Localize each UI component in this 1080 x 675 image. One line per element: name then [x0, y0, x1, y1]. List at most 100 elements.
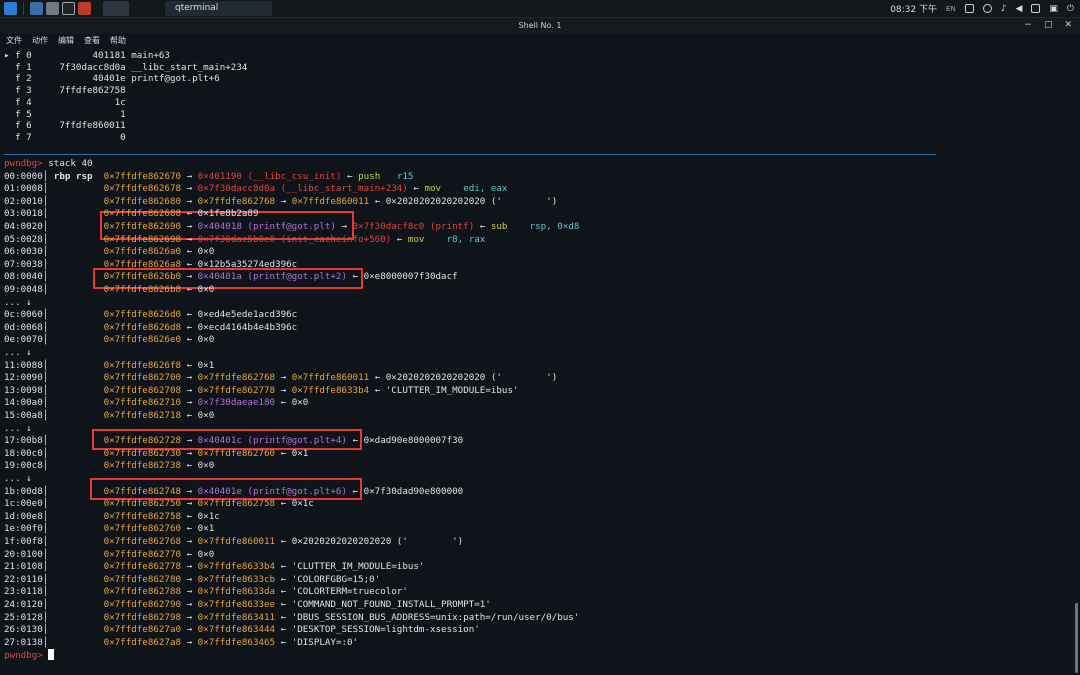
output-segment: 0×7ffdfe8633ee: [197, 599, 276, 610]
output-segment: ← 0×12b5a35274ed396c: [181, 258, 298, 270]
window-titlebar[interactable]: Shell No. 1 − ▢ ✕: [0, 18, 1080, 34]
output-segment: →: [181, 586, 198, 598]
output-segment: ← 'COMMAND_NOT_FOUND_INSTALL_PROMPT=1': [275, 599, 491, 610]
output-segment: 0×7f30daeae180: [197, 397, 276, 409]
prompt-line: pwndbg>: [4, 649, 55, 662]
output-segment: ← 0×1c: [275, 498, 314, 510]
output-segment: 0×7ffdfe8626a8: [103, 258, 182, 270]
clock[interactable]: 08:32 下午: [890, 2, 937, 15]
output-line: 12:0090│ 0×7ffdfe862700 → 0×7ffdfe862768…: [4, 372, 557, 384]
output-segment: ← 'COLORTERM=truecolor': [275, 586, 408, 598]
output-segment: 0×401190 (__libc_csu_init): [197, 170, 342, 182]
output-segment: edi, eax: [463, 183, 508, 195]
output-segment: 0×7f30dacc8d0a (__libc_start_main+234): [197, 183, 408, 195]
menu-file[interactable]: 文件: [6, 34, 22, 48]
battery-icon[interactable]: [1031, 4, 1041, 13]
desktop-icon[interactable]: [30, 2, 43, 15]
output-segment: 0×7ffdfe862780: [103, 573, 182, 585]
menu-view[interactable]: 查看: [84, 34, 100, 48]
app-menu-icon[interactable]: [4, 2, 17, 15]
notification-bell-icon[interactable]: ♪: [1001, 4, 1007, 14]
output-segment: pwndbg>: [4, 650, 49, 662]
output-line: 0d:0068│ 0×7ffdfe8626d8 ← 0×ecd4164b4e4b…: [4, 322, 297, 334]
output-segment: 26:0130│: [4, 624, 104, 636]
output-segment: 0×7f30dacf8c0 (printf): [352, 221, 475, 232]
menu-edit[interactable]: 编辑: [58, 34, 74, 48]
volume-icon[interactable]: ◀: [1015, 4, 1022, 14]
output-segment: 1d:00e8│: [4, 510, 104, 522]
output-segment: f 7 0: [4, 131, 126, 143]
output-segment: 23:0118│: [4, 586, 104, 598]
terminal-launcher-icon[interactable]: [62, 2, 75, 15]
output-line: 04:0020│ 0×7ffdfe862690 → 0×404018 (prin…: [4, 221, 579, 233]
output-segment: mov: [407, 233, 425, 245]
output-line: 20:0100│ 0×7ffdfe862770 ← 0×0: [4, 549, 214, 561]
output-segment: 21:0108│: [4, 561, 104, 573]
output-segment: →: [181, 561, 198, 573]
menu-actions[interactable]: 动作: [32, 34, 48, 48]
output-segment: →: [181, 573, 198, 585]
output-segment: [380, 171, 397, 182]
output-segment: ← 0×1: [275, 447, 309, 459]
output-segment: 0×7ffdfe863465: [197, 636, 276, 648]
output-segment: ← 0×1c: [181, 510, 220, 522]
output-segment: r8, rax: [446, 233, 486, 245]
maximize-icon[interactable]: ▢: [1044, 20, 1053, 30]
pane-separator: [4, 154, 936, 155]
network-icon[interactable]: [982, 4, 992, 13]
file-manager-icon[interactable]: [46, 2, 59, 15]
output-line: ... ↓: [4, 297, 32, 309]
output-segment: ← 'CLUTTER_IM_MODULE=ibus': [275, 561, 425, 573]
keyboard-layout[interactable]: EN: [946, 5, 956, 13]
output-segment: 0×7ffdfe8626b0: [103, 271, 182, 283]
output-line: 1c:00e0│ 0×7ffdfe862750 → 0×7ffdfe862758…: [4, 498, 314, 510]
output-segment: 0×7ffdfe862700: [103, 372, 182, 384]
output-line: 19:00c8│ 0×7ffdfe862738 ← 0×0: [4, 460, 214, 472]
output-segment: 1e:00f0│: [4, 523, 104, 535]
lock-icon[interactable]: ▣: [1049, 4, 1058, 14]
output-segment: →: [181, 372, 198, 384]
power-icon[interactable]: ⏻: [1067, 4, 1074, 14]
terminal-scrollbar[interactable]: [1075, 603, 1078, 673]
taskbar-task-qterminal[interactable]: qterminal: [165, 1, 272, 16]
output-line: 07:0038│ 0×7ffdfe8626a8 ← 0×12b5a35274ed…: [4, 259, 297, 271]
output-segment: ← 0×2020202020202020 (' '): [369, 372, 558, 384]
output-segment: ← 'DBUS_SESSION_BUS_ADDRESS=unix:path=/r…: [275, 611, 580, 623]
close-icon[interactable]: ✕: [1064, 20, 1072, 30]
output-segment: 14:00a0│: [4, 397, 104, 409]
output-line: 05:0028│ 0×7ffdfe862698 → 0×7f30dac5b0e0…: [4, 234, 485, 246]
terminal-task-thumbnail[interactable]: [103, 1, 129, 16]
system-tray: 08:32 下午 EN ♪ ◀ ▣ ⏻: [890, 2, 1074, 16]
output-segment: 0×7ffdfe863444: [197, 624, 276, 636]
minimize-icon[interactable]: −: [1024, 20, 1032, 30]
menu-help[interactable]: 帮助: [110, 34, 126, 48]
terminal-output[interactable]: ▸ f 0 401181 main+63 f 1 7f30dacc8d0a __…: [0, 48, 1080, 675]
output-segment: 0×7ffdfe862710: [103, 397, 182, 409]
output-line: 02:0010│ 0×7ffdfe862680 → 0×7ffdfe862768…: [4, 196, 557, 208]
output-segment: r15: [396, 170, 414, 182]
output-segment: 0×7ffdfe862718: [103, 410, 182, 421]
output-line: 0e:0070│ 0×7ffdfe8626e0 ← 0×0: [4, 334, 214, 346]
output-segment: 03:0018│: [4, 208, 104, 220]
output-line: 01:0008│ 0×7ffdfe862678 → 0×7f30dacc8d0a…: [4, 183, 507, 195]
output-line: 14:00a0│ 0×7ffdfe862710 → 0×7f30daeae180…: [4, 397, 308, 409]
output-segment: →: [181, 233, 198, 245]
output-segment: →: [181, 624, 198, 636]
browser-icon[interactable]: [78, 2, 91, 15]
output-segment: 0×7ffdfe862738: [103, 460, 182, 472]
output-segment: 0×7ffdfe8627a0: [103, 624, 182, 636]
output-line: ▸ f 0 401181 main+63: [4, 50, 170, 62]
output-segment: 0×7ffdfe862728: [103, 435, 182, 447]
output-segment: rsp, 0×d8: [529, 221, 580, 232]
output-segment: 09:0048│: [4, 284, 104, 295]
output-segment: 0×7ffdfe862698: [103, 233, 182, 245]
output-segment: f 5 1: [4, 108, 126, 120]
output-segment: ← 0×ed4e5ede1acd396c: [181, 309, 298, 321]
screen-icon[interactable]: [964, 4, 974, 13]
output-segment: 0c:0060│: [4, 309, 104, 321]
output-segment: →: [181, 447, 198, 459]
output-segment: ← 0×0: [181, 548, 215, 560]
output-line: 00:0000│ rbp rsp 0×7ffdfe862670 → 0×4011…: [4, 171, 413, 183]
output-segment: 08:0040│: [4, 271, 104, 283]
output-segment: ← 'DISPLAY=:0': [275, 636, 359, 648]
